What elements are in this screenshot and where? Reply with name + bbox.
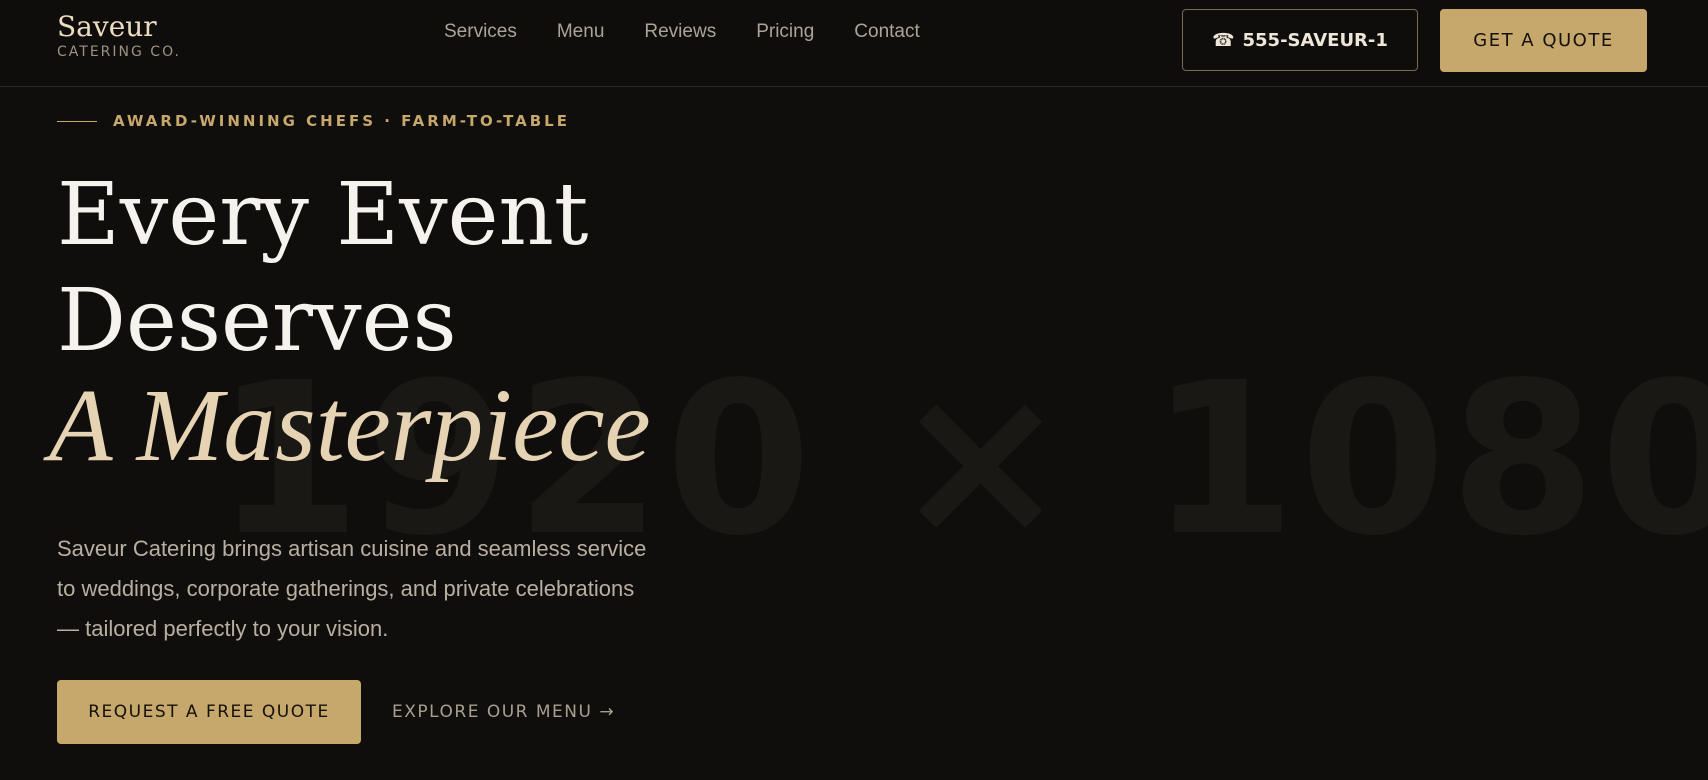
hero-eyebrow: AWARD-WINNING CHEFS · FARM-TO-TABLE [57,112,570,130]
headline-line-1: Every Event [57,165,589,265]
headline-line-2: Deserves [57,271,457,371]
site-header: Saveur CATERING CO. Services Menu Review… [0,0,1708,87]
hero-headline: Every Event Deserves A Masterpiece [49,162,651,478]
get-quote-button[interactable]: GET A QUOTE [1440,9,1647,72]
headline-accent: A Masterpiece [49,368,651,483]
explore-menu-link[interactable]: EXPLORE OUR MENU → [392,680,615,744]
nav-link-contact[interactable]: Contact [854,20,919,44]
phone-icon: ☎ [1212,29,1235,51]
hero-description: Saveur Catering brings artisan cuisine a… [57,536,647,641]
nav-link-menu[interactable]: Menu [557,20,605,44]
main-nav: Services Menu Reviews Pricing Contact [444,20,920,44]
nav-link-pricing[interactable]: Pricing [756,20,814,44]
nav-link-services[interactable]: Services [444,20,517,44]
brand-name: Saveur [57,10,157,43]
request-quote-button[interactable]: REQUEST A FREE QUOTE [57,680,361,744]
phone-number: 555-SAVEUR-1 [1242,29,1388,51]
hero-section: AWARD-WINNING CHEFS · FARM-TO-TABLE Ever… [0,87,1708,780]
nav-link-reviews[interactable]: Reviews [644,20,716,44]
eyebrow-text: AWARD-WINNING CHEFS · FARM-TO-TABLE [113,112,570,130]
brand-tagline: CATERING CO. [57,44,181,60]
eyebrow-divider [57,120,97,122]
brand-logo[interactable]: Saveur CATERING CO. [57,10,181,60]
phone-button[interactable]: ☎ 555-SAVEUR-1 [1182,9,1418,71]
